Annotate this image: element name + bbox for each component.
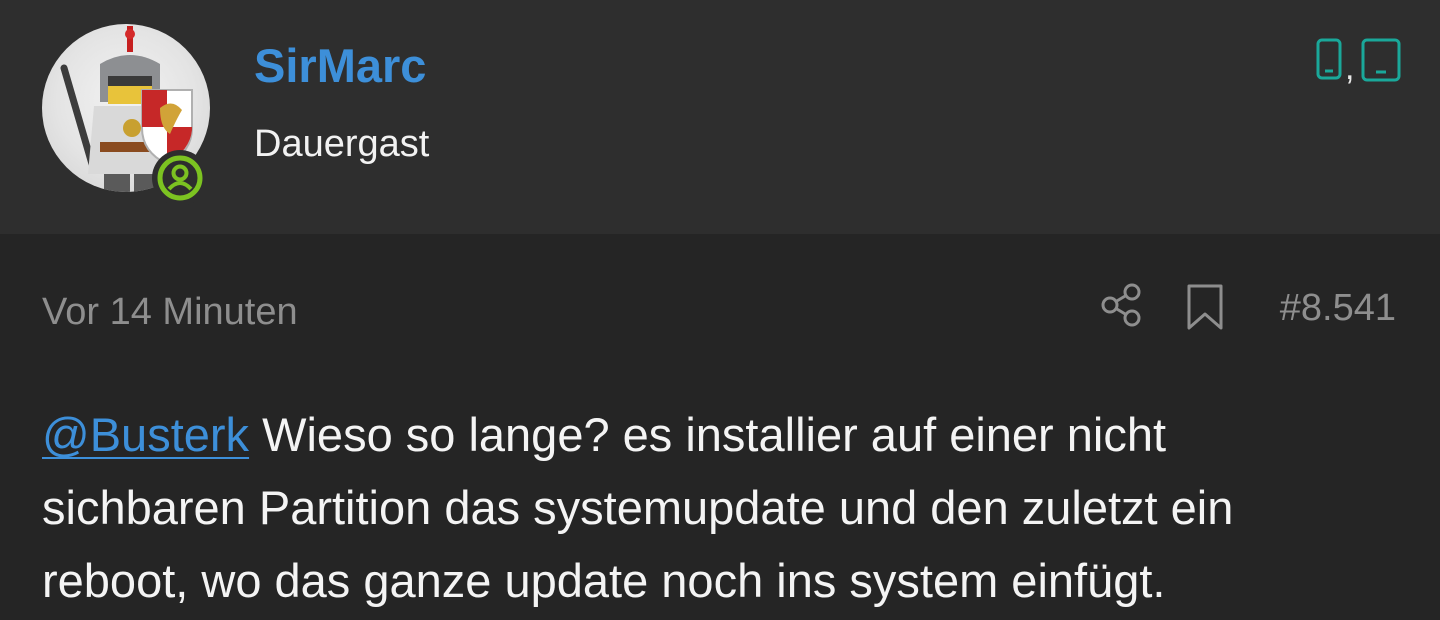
author-username[interactable]: SirMarc bbox=[254, 38, 426, 94]
bookmark-icon[interactable] bbox=[1182, 282, 1228, 332]
post-line-1: @Busterk Wieso so lange? es installier a… bbox=[42, 398, 1412, 471]
author-title: Dauergast bbox=[254, 123, 430, 165]
user-mention-link[interactable]: @Busterk bbox=[42, 408, 249, 461]
post-content: @Busterk Wieso so lange? es installier a… bbox=[42, 398, 1412, 617]
forum-post: SirMarc Dauergast , Vor 14 Minuten #8.54… bbox=[0, 0, 1440, 620]
post-line-2: sichbaren Partition das systemupdate und… bbox=[42, 481, 1234, 534]
post-header: SirMarc Dauergast , bbox=[0, 0, 1440, 234]
share-icon[interactable] bbox=[1098, 282, 1144, 328]
post-line-1-text: Wieso so lange? es installier auf einer … bbox=[249, 408, 1167, 461]
device-indicators: , bbox=[1312, 36, 1408, 87]
post-line-3: reboot, wo das ganze update noch ins sys… bbox=[42, 554, 1166, 607]
phone-icon bbox=[1316, 38, 1342, 80]
online-status-badge bbox=[152, 150, 208, 206]
author-avatar[interactable] bbox=[42, 24, 210, 206]
tablet-icon bbox=[1361, 38, 1401, 82]
device-separator: , bbox=[1345, 49, 1355, 87]
post-timestamp[interactable]: Vor 14 Minuten bbox=[42, 288, 298, 336]
online-user-icon bbox=[157, 155, 203, 201]
post-number-link[interactable]: #8.541 bbox=[1280, 284, 1396, 332]
